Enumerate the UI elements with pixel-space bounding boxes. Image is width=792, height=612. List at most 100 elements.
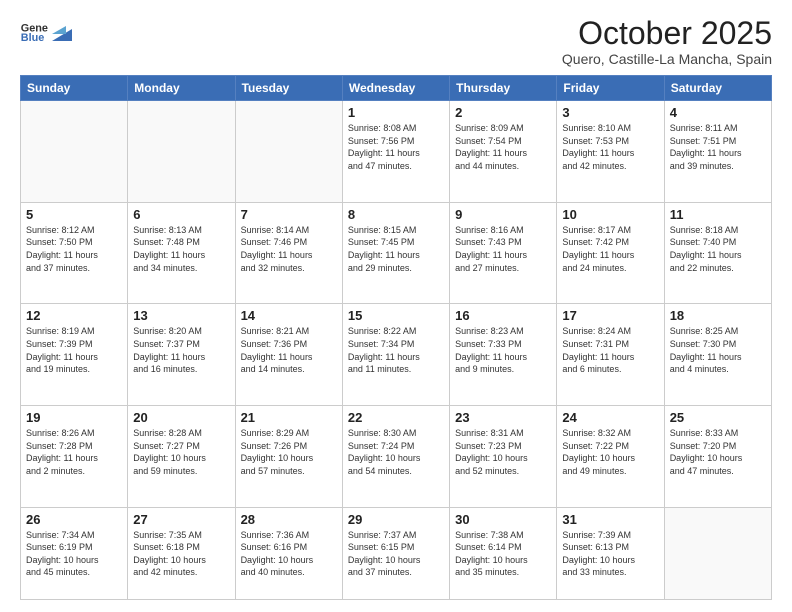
day-cell <box>664 507 771 599</box>
day-cell: 14Sunrise: 8:21 AM Sunset: 7:36 PM Dayli… <box>235 304 342 406</box>
weekday-header-saturday: Saturday <box>664 76 771 101</box>
day-cell: 3 Sunrise: 8:10 AM Sunset: 7:53 PM Daylig… <box>557 101 664 203</box>
day-number: 14 <box>241 308 337 323</box>
logo-triangle-icon <box>52 19 72 41</box>
svg-text:Blue: Blue <box>21 32 45 44</box>
day-info: Sunrise: 7:36 AM Sunset: 6:16 PM Dayligh… <box>241 529 337 579</box>
day-info: Sunrise: 8:14 AM Sunset: 7:46 PM Dayligh… <box>241 224 337 274</box>
day-cell: 12Sunrise: 8:19 AM Sunset: 7:39 PM Dayli… <box>21 304 128 406</box>
day-number: 16 <box>455 308 551 323</box>
day-cell: 1Sunrise: 8:08 AM Sunset: 7:56 PM Daylig… <box>342 101 449 203</box>
day-info: Sunrise: 7:35 AM Sunset: 6:18 PM Dayligh… <box>133 529 229 579</box>
day-number: 10 <box>562 207 658 222</box>
day-cell: 30 Sunrise: 7:38 AM Sunset: 6:14 PM Dayli… <box>450 507 557 599</box>
day-info: Sunrise: 8:12 AM Sunset: 7:50 PM Dayligh… <box>26 224 122 274</box>
day-cell: 6 Sunrise: 8:13 AM Sunset: 7:48 PM Daylig… <box>128 202 235 304</box>
day-number: 3 <box>562 105 658 120</box>
day-cell: 4Sunrise: 8:11 AM Sunset: 7:51 PM Daylig… <box>664 101 771 203</box>
header: General Blue October 2025 Quero, Castill… <box>20 16 772 67</box>
day-number: 4 <box>670 105 766 120</box>
day-number: 21 <box>241 410 337 425</box>
day-info: Sunrise: 7:38 AM Sunset: 6:14 PM Dayligh… <box>455 529 551 579</box>
day-info: Sunrise: 8:22 AM Sunset: 7:34 PM Dayligh… <box>348 325 444 375</box>
day-cell: 31 Sunrise: 7:39 AM Sunset: 6:13 PM Dayli… <box>557 507 664 599</box>
day-number: 27 <box>133 512 229 527</box>
day-info: Sunrise: 7:39 AM Sunset: 6:13 PM Dayligh… <box>562 529 658 579</box>
day-number: 17 <box>562 308 658 323</box>
day-info: Sunrise: 8:32 AM Sunset: 7:22 PM Dayligh… <box>562 427 658 477</box>
day-info: Sunrise: 8:30 AM Sunset: 7:24 PM Dayligh… <box>348 427 444 477</box>
day-cell: 10 Sunrise: 8:17 AM Sunset: 7:42 PM Dayli… <box>557 202 664 304</box>
day-number: 22 <box>348 410 444 425</box>
day-info: Sunrise: 7:37 AM Sunset: 6:15 PM Dayligh… <box>348 529 444 579</box>
day-info: Sunrise: 8:18 AM Sunset: 7:40 PM Dayligh… <box>670 224 766 274</box>
day-info: Sunrise: 8:20 AM Sunset: 7:37 PM Dayligh… <box>133 325 229 375</box>
day-cell: 15 Sunrise: 8:22 AM Sunset: 7:34 PM Dayli… <box>342 304 449 406</box>
day-number: 2 <box>455 105 551 120</box>
day-cell: 22 Sunrise: 8:30 AM Sunset: 7:24 PM Dayli… <box>342 406 449 508</box>
day-info: Sunrise: 8:28 AM Sunset: 7:27 PM Dayligh… <box>133 427 229 477</box>
week-row-5: 26 Sunrise: 7:34 AM Sunset: 6:19 PM Dayli… <box>21 507 772 599</box>
week-row-4: 19 Sunrise: 8:26 AM Sunset: 7:28 PM Dayli… <box>21 406 772 508</box>
day-number: 30 <box>455 512 551 527</box>
day-cell: 2 Sunrise: 8:09 AM Sunset: 7:54 PM Daylig… <box>450 101 557 203</box>
day-number: 28 <box>241 512 337 527</box>
day-info: Sunrise: 8:31 AM Sunset: 7:23 PM Dayligh… <box>455 427 551 477</box>
weekday-header-thursday: Thursday <box>450 76 557 101</box>
day-cell: 21 Sunrise: 8:29 AM Sunset: 7:26 PM Dayli… <box>235 406 342 508</box>
day-number: 13 <box>133 308 229 323</box>
day-cell: 16 Sunrise: 8:23 AM Sunset: 7:33 PM Dayli… <box>450 304 557 406</box>
day-cell <box>128 101 235 203</box>
day-info: Sunrise: 8:13 AM Sunset: 7:48 PM Dayligh… <box>133 224 229 274</box>
day-number: 6 <box>133 207 229 222</box>
week-row-1: 1Sunrise: 8:08 AM Sunset: 7:56 PM Daylig… <box>21 101 772 203</box>
day-cell: 20 Sunrise: 8:28 AM Sunset: 7:27 PM Dayli… <box>128 406 235 508</box>
day-number: 19 <box>26 410 122 425</box>
day-info: Sunrise: 8:33 AM Sunset: 7:20 PM Dayligh… <box>670 427 766 477</box>
calendar-subtitle: Quero, Castille-La Mancha, Spain <box>562 51 772 67</box>
day-number: 23 <box>455 410 551 425</box>
calendar-title: October 2025 <box>562 16 772 51</box>
day-number: 20 <box>133 410 229 425</box>
day-cell: 17Sunrise: 8:24 AM Sunset: 7:31 PM Dayli… <box>557 304 664 406</box>
day-info: Sunrise: 8:19 AM Sunset: 7:39 PM Dayligh… <box>26 325 122 375</box>
day-cell: 13 Sunrise: 8:20 AM Sunset: 7:37 PM Dayli… <box>128 304 235 406</box>
day-cell: 26 Sunrise: 7:34 AM Sunset: 6:19 PM Dayli… <box>21 507 128 599</box>
calendar-table: SundayMondayTuesdayWednesdayThursdayFrid… <box>20 75 772 600</box>
logo-icon: General Blue <box>20 16 48 44</box>
day-cell: 28 Sunrise: 7:36 AM Sunset: 6:16 PM Dayli… <box>235 507 342 599</box>
weekday-header-row: SundayMondayTuesdayWednesdayThursdayFrid… <box>21 76 772 101</box>
weekday-header-tuesday: Tuesday <box>235 76 342 101</box>
day-info: Sunrise: 7:34 AM Sunset: 6:19 PM Dayligh… <box>26 529 122 579</box>
logo: General Blue <box>20 16 72 44</box>
day-number: 18 <box>670 308 766 323</box>
weekday-header-monday: Monday <box>128 76 235 101</box>
day-info: Sunrise: 8:25 AM Sunset: 7:30 PM Dayligh… <box>670 325 766 375</box>
week-row-3: 12Sunrise: 8:19 AM Sunset: 7:39 PM Dayli… <box>21 304 772 406</box>
day-cell: 18 Sunrise: 8:25 AM Sunset: 7:30 PM Dayli… <box>664 304 771 406</box>
day-cell: 8 Sunrise: 8:15 AM Sunset: 7:45 PM Daylig… <box>342 202 449 304</box>
day-info: Sunrise: 8:15 AM Sunset: 7:45 PM Dayligh… <box>348 224 444 274</box>
day-info: Sunrise: 8:10 AM Sunset: 7:53 PM Dayligh… <box>562 122 658 172</box>
weekday-header-wednesday: Wednesday <box>342 76 449 101</box>
day-number: 25 <box>670 410 766 425</box>
day-number: 26 <box>26 512 122 527</box>
day-cell <box>21 101 128 203</box>
day-info: Sunrise: 8:29 AM Sunset: 7:26 PM Dayligh… <box>241 427 337 477</box>
day-number: 11 <box>670 207 766 222</box>
day-number: 31 <box>562 512 658 527</box>
day-cell: 19 Sunrise: 8:26 AM Sunset: 7:28 PM Dayli… <box>21 406 128 508</box>
day-info: Sunrise: 8:23 AM Sunset: 7:33 PM Dayligh… <box>455 325 551 375</box>
day-number: 8 <box>348 207 444 222</box>
day-info: Sunrise: 8:26 AM Sunset: 7:28 PM Dayligh… <box>26 427 122 477</box>
day-info: Sunrise: 8:16 AM Sunset: 7:43 PM Dayligh… <box>455 224 551 274</box>
day-cell: 11 Sunrise: 8:18 AM Sunset: 7:40 PM Dayli… <box>664 202 771 304</box>
day-info: Sunrise: 8:08 AM Sunset: 7:56 PM Dayligh… <box>348 122 444 172</box>
day-cell: 9Sunrise: 8:16 AM Sunset: 7:43 PM Daylig… <box>450 202 557 304</box>
day-number: 7 <box>241 207 337 222</box>
week-row-2: 5Sunrise: 8:12 AM Sunset: 7:50 PM Daylig… <box>21 202 772 304</box>
day-info: Sunrise: 8:17 AM Sunset: 7:42 PM Dayligh… <box>562 224 658 274</box>
day-number: 24 <box>562 410 658 425</box>
day-info: Sunrise: 8:09 AM Sunset: 7:54 PM Dayligh… <box>455 122 551 172</box>
day-number: 15 <box>348 308 444 323</box>
